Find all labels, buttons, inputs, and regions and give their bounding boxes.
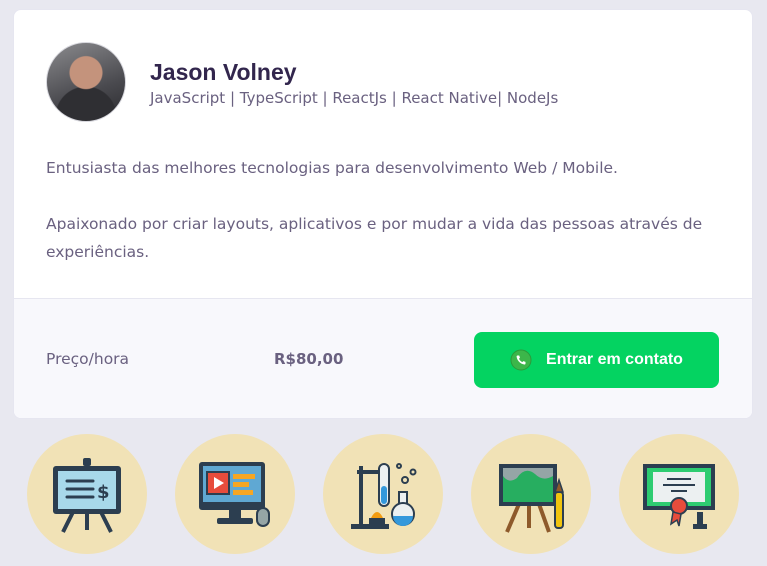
subject-icons-row: $ xyxy=(27,434,767,566)
teacher-bio: Entusiasta das melhores tecnologias para… xyxy=(46,154,726,266)
teacher-name: Jason Volney xyxy=(150,59,297,85)
contact-button-label: Entrar em contato xyxy=(546,351,683,368)
svg-text:$: $ xyxy=(97,482,110,503)
price-label: Preço/hora xyxy=(46,350,130,368)
computer-video-icon xyxy=(175,434,295,554)
presentation-board-icon: $ xyxy=(27,434,147,554)
avatar xyxy=(46,42,126,122)
card-footer: Preço/hora R$80,00 Entrar em contato xyxy=(14,298,752,418)
certificate-icon xyxy=(619,434,739,554)
whatsapp-icon xyxy=(510,349,532,371)
teacher-info: Jason Volney JavaScript | TypeScript | R… xyxy=(150,57,558,107)
teacher-card: Jason Volney JavaScript | TypeScript | R… xyxy=(13,9,753,419)
bio-paragraph: Apaixonado por criar layouts, aplicativo… xyxy=(46,215,703,261)
painting-easel-icon xyxy=(471,434,591,554)
laboratory-icon xyxy=(323,434,443,554)
teacher-header: Jason Volney JavaScript | TypeScript | R… xyxy=(46,42,558,122)
contact-button[interactable]: Entrar em contato xyxy=(474,332,719,388)
bio-paragraph: Entusiasta das melhores tecnologias para… xyxy=(46,159,618,177)
price-value: R$80,00 xyxy=(274,350,344,368)
teacher-subjects: JavaScript | TypeScript | ReactJs | Reac… xyxy=(150,89,559,107)
